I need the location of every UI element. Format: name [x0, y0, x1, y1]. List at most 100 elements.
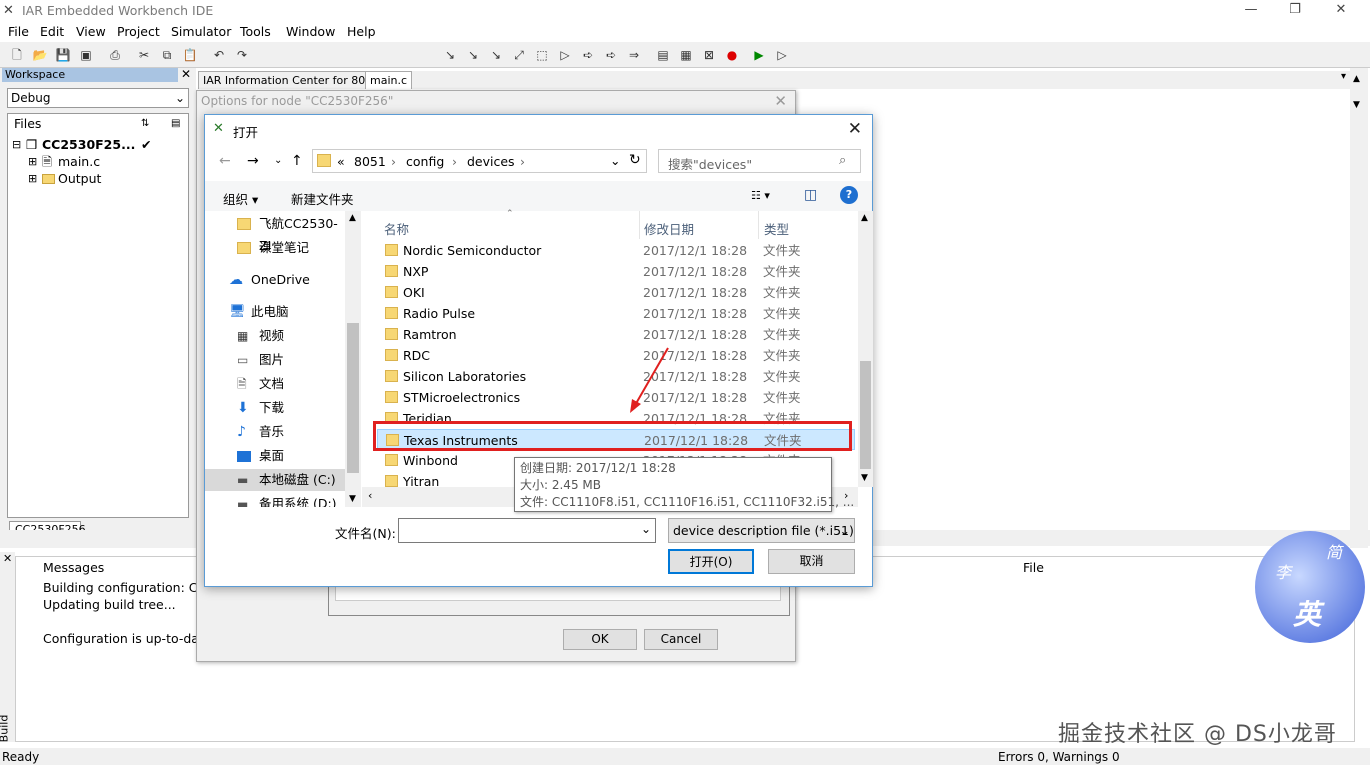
nav-forward-icon[interactable]: ⇒	[626, 47, 642, 63]
search-icon[interactable]: ⌕	[839, 153, 846, 168]
nav-scrollbar[interactable]: ▲ ▼	[345, 211, 361, 507]
filename-input[interactable]: ⌄	[398, 518, 656, 543]
nav-item[interactable]: 🖥 此电脑	[205, 301, 345, 323]
menu-project[interactable]: Project	[117, 24, 160, 39]
menu-view[interactable]: View	[76, 24, 106, 39]
goto-icon[interactable]: ⬚	[534, 47, 550, 63]
forward-icon[interactable]: →	[247, 153, 259, 169]
menu-simulator[interactable]: Simulator	[171, 24, 231, 39]
tab-info-center[interactable]: IAR Information Center for 8051	[198, 71, 385, 89]
options-close-icon[interactable]: ✕	[774, 92, 787, 110]
view-options-icon[interactable]: ☷ ▾	[751, 189, 770, 202]
search-box[interactable]: 搜索"devices" ⌕	[658, 149, 861, 173]
help-icon[interactable]: ?	[840, 186, 858, 204]
paste-icon[interactable]: 📋	[182, 47, 198, 63]
minimize-button[interactable]: —	[1228, 0, 1274, 22]
scroll-up-icon[interactable]: ▲	[1353, 74, 1360, 84]
menu-help[interactable]: Help	[347, 24, 376, 39]
next-bookmark-icon[interactable]: ➪	[580, 47, 596, 63]
undo-icon[interactable]: ↶	[211, 47, 227, 63]
scroll-down-icon[interactable]: ▼	[349, 494, 356, 504]
breakpoint-icon[interactable]: ●	[724, 47, 740, 63]
scroll-thumb[interactable]	[860, 361, 871, 469]
nav-item[interactable]: 飞航CC2530-ZI	[205, 213, 345, 253]
dialog-close-icon[interactable]: ✕	[848, 119, 862, 139]
scroll-left-icon[interactable]: ‹	[368, 489, 372, 502]
compile-icon[interactable]: ▤	[655, 47, 671, 63]
tree-output[interactable]: ⊞ Output	[8, 170, 188, 187]
replace-icon[interactable]: ⤢	[511, 47, 527, 63]
nav-item[interactable]: 桌面	[205, 445, 345, 467]
file-row[interactable]: STMicroelectronics 2017/12/1 18:28 文件夹	[377, 387, 855, 408]
new-folder-button[interactable]: 新建文件夹	[291, 189, 354, 208]
chevron-down-icon[interactable]: ⌄	[641, 522, 651, 536]
save-all-icon[interactable]: ▣	[78, 47, 94, 63]
find-next-icon[interactable]: ↘	[465, 47, 481, 63]
column-name[interactable]: 名称	[384, 219, 409, 238]
nav-item[interactable]: ♪ 音乐	[205, 421, 345, 443]
nav-item[interactable]: ▬ 备用系统 (D:)	[205, 493, 345, 507]
editor-vscrollbar[interactable]: ▲ ▼	[1350, 68, 1368, 548]
find-icon[interactable]: ↘	[442, 47, 458, 63]
breadcrumb-devices[interactable]: devices	[467, 154, 515, 169]
cancel-button[interactable]: Cancel	[644, 629, 718, 650]
breadcrumb-config[interactable]: config	[406, 154, 444, 169]
nav-item-c-drive[interactable]: ▬ 本地磁盘 (C:)	[205, 469, 345, 491]
save-icon[interactable]: 💾	[55, 47, 71, 63]
file-row[interactable]: Silicon Laboratories 2017/12/1 18:28 文件夹	[377, 366, 855, 387]
open-button[interactable]: 打开(O)	[668, 549, 754, 574]
workspace-close-icon[interactable]: ✕	[181, 67, 191, 81]
file-row[interactable]: Nordic Semiconductor 2017/12/1 18:28 文件夹	[377, 240, 855, 261]
breadcrumb-overflow[interactable]: «	[337, 154, 345, 169]
nav-item[interactable]: ▦ 视频	[205, 325, 345, 347]
bookmark-icon[interactable]: ▷	[557, 47, 573, 63]
nav-item[interactable]: ☁ OneDrive	[205, 269, 345, 291]
dialog-cancel-button[interactable]: 取消	[768, 549, 855, 574]
new-file-icon[interactable]: 🗋	[9, 47, 25, 63]
column-divider[interactable]	[758, 211, 759, 239]
file-row[interactable]: Radio Pulse 2017/12/1 18:28 文件夹	[377, 303, 855, 324]
refresh-icon[interactable]: ↻	[629, 152, 641, 168]
menu-file[interactable]: File	[8, 24, 29, 39]
tree-project[interactable]: ⊟ ❒ CC2530F25... ✔	[8, 136, 188, 153]
scroll-up-icon[interactable]: ▲	[349, 213, 356, 223]
close-button[interactable]: ✕	[1318, 0, 1364, 22]
tree-main-c[interactable]: ⊞ 🗎 main.c	[8, 153, 188, 170]
nav-item[interactable]: ▭ 图片	[205, 349, 345, 371]
options-icon[interactable]: ▤	[171, 115, 180, 132]
expand-icon[interactable]: ⊞	[28, 170, 37, 187]
debug-icon[interactable]: ▶	[751, 47, 767, 63]
file-row[interactable]: RDC 2017/12/1 18:28 文件夹	[377, 345, 855, 366]
back-icon[interactable]: ←	[219, 153, 231, 169]
make-icon[interactable]: ▦	[678, 47, 694, 63]
breadcrumb-8051[interactable]: 8051	[354, 154, 386, 169]
search-input[interactable]: 搜索"devices"	[668, 154, 752, 173]
file-row[interactable]: OKI 2017/12/1 18:28 文件夹	[377, 282, 855, 303]
collapse-icon[interactable]: ⊟	[12, 136, 21, 153]
redo-icon[interactable]: ↷	[234, 47, 250, 63]
stop-build-icon[interactable]: ⊠	[701, 47, 717, 63]
nav-item[interactable]: 🗎 文档	[205, 373, 345, 395]
open-folder-icon[interactable]: 📂	[32, 47, 48, 63]
column-divider[interactable]	[639, 211, 640, 239]
organize-button[interactable]: 组织 ▾	[223, 189, 258, 208]
copy-icon[interactable]: ⧉	[159, 47, 175, 63]
scroll-thumb[interactable]	[347, 323, 359, 473]
up-icon[interactable]: ↑	[291, 153, 303, 169]
build-label[interactable]: Build	[0, 715, 10, 743]
menu-edit[interactable]: Edit	[40, 24, 64, 39]
tab-main-c[interactable]: main.c	[365, 71, 413, 89]
debug-without-download-icon[interactable]: ▷	[774, 47, 790, 63]
maximize-button[interactable]: ❐	[1272, 0, 1318, 22]
column-type[interactable]: 类型	[764, 219, 789, 238]
scroll-down-icon[interactable]: ▼	[1353, 100, 1360, 110]
scroll-down-icon[interactable]: ▼	[861, 473, 868, 483]
build-close-icon[interactable]: ✕	[3, 552, 12, 565]
filetype-select[interactable]: device description file (*.i51) ⌄	[668, 518, 855, 543]
menu-window[interactable]: Window	[286, 24, 335, 39]
sort-icon[interactable]: ⇅	[141, 115, 149, 132]
cut-icon[interactable]: ✂	[136, 47, 152, 63]
chevron-down-icon[interactable]: ⌄	[610, 153, 620, 168]
nav-item[interactable]: 课堂笔记	[205, 237, 345, 259]
preview-pane-icon[interactable]: ◫	[804, 187, 817, 203]
